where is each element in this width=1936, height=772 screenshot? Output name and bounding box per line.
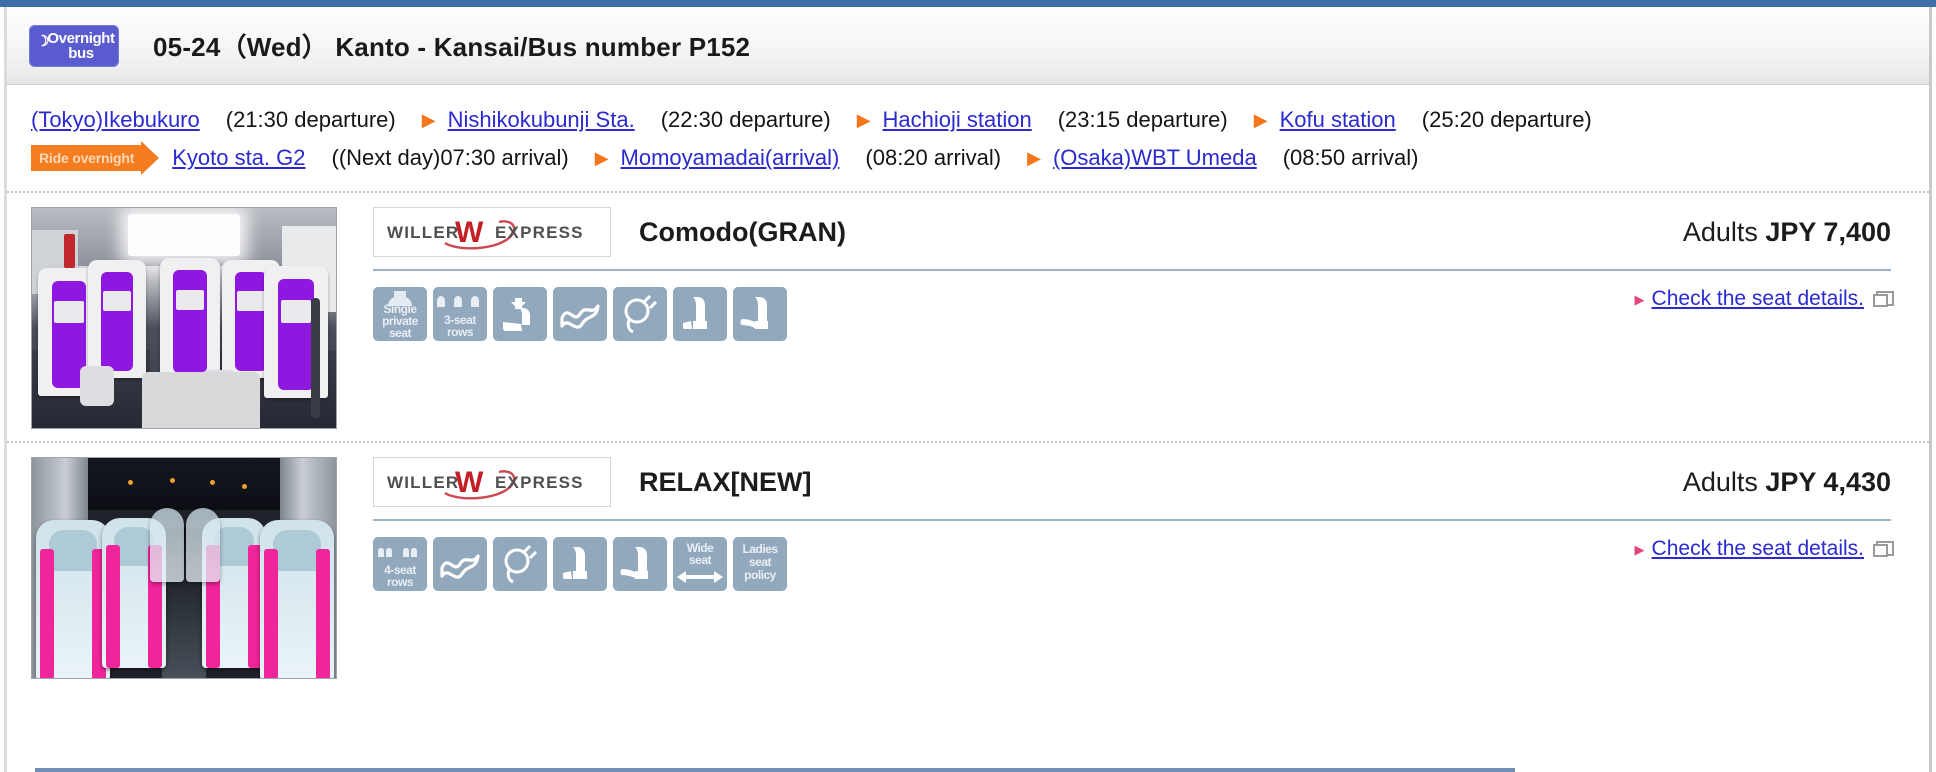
four-seat-rows-icon[interactable]: 4-seatrows xyxy=(373,537,427,591)
ride-overnight-badge: Ride overnight xyxy=(31,145,142,171)
bus-name: Comodo(GRAN) xyxy=(639,217,846,248)
new-window-icon xyxy=(1873,541,1891,557)
overnight-bus-badge: ☽ Overnight bus xyxy=(29,25,119,67)
svg-text:W: W xyxy=(455,466,484,499)
bus-search-result-page: ☽ Overnight bus 05-24（Wed） Kanto - Kansa… xyxy=(0,0,1936,772)
svg-text:WILLER: WILLER xyxy=(387,223,459,242)
triangle-right-icon: ▶ xyxy=(422,111,436,129)
three-seat-rows-icon[interactable]: 3-seatrows xyxy=(433,287,487,341)
bus-detail: WILLER W EXPRESS RELAX[NEW] Adults JPY 4… xyxy=(337,457,1905,679)
route-stop-link[interactable]: Nishikokubunji Sta. xyxy=(448,107,635,133)
route-summary: (Tokyo)Ikebukuro (21:30 departure) ▶ Nis… xyxy=(7,85,1929,193)
price-label: Adults xyxy=(1683,467,1758,497)
legrest-seat-icon[interactable] xyxy=(553,537,607,591)
power-outlet-icon[interactable] xyxy=(613,287,667,341)
route-stop-time: (25:20 departure) xyxy=(1422,107,1592,133)
triangle-right-icon: ▶ xyxy=(1635,293,1645,306)
route-stop-time: (22:30 departure) xyxy=(661,107,831,133)
result-panel: ☽ Overnight bus 05-24（Wed） Kanto - Kansa… xyxy=(4,7,1932,772)
route-stop-time: (21:30 departure) xyxy=(226,107,396,133)
footrest-seat-icon[interactable] xyxy=(733,287,787,341)
route-stop-time: (08:50 arrival) xyxy=(1283,145,1419,171)
blanket-icon[interactable] xyxy=(553,287,607,341)
check-seat-details-link[interactable]: Check the seat details. xyxy=(1652,287,1864,311)
route-line-inbound: Ride overnight Kyoto sta. G2 ((Next day)… xyxy=(31,139,1905,177)
route-stop-link[interactable]: Hachioji station xyxy=(883,107,1032,133)
route-stop-link[interactable]: (Tokyo)Ikebukuro xyxy=(31,107,200,133)
bus-price: Adults JPY 7,400 xyxy=(1683,217,1905,248)
bus-detail: WILLER W EXPRESS Comodo(GRAN) Adults JPY… xyxy=(337,207,1905,429)
triangle-right-icon: ▶ xyxy=(857,111,871,129)
feature-icon-strip: Singleprivateseat 3-seatrows xyxy=(373,287,787,341)
svg-text:EXPRESS: EXPRESS xyxy=(495,473,584,492)
bus-detail-header: WILLER W EXPRESS RELAX[NEW] Adults JPY 4… xyxy=(373,457,1905,519)
route-stop-link[interactable]: Kyoto sta. G2 xyxy=(172,145,305,171)
price-value: JPY 7,400 xyxy=(1765,217,1891,247)
single-private-seat-icon[interactable]: Singleprivateseat xyxy=(373,287,427,341)
svg-text:W: W xyxy=(455,216,484,249)
page-title: 05-24（Wed） Kanto - Kansai/Bus number P15… xyxy=(153,27,750,64)
route-stop-time: (08:20 arrival) xyxy=(865,145,1001,171)
bus-option-row[interactable]: WILLER W EXPRESS Comodo(GRAN) Adults JPY… xyxy=(7,193,1929,443)
top-accent-rule xyxy=(0,0,1936,7)
seat-details-link-wrap[interactable]: ▶ Check the seat details. xyxy=(1635,287,1905,311)
bottom-accent-rule xyxy=(35,768,1515,772)
route-stop-link[interactable]: Momoyamadai(arrival) xyxy=(621,145,840,171)
bus-price: Adults JPY 4,430 xyxy=(1683,467,1905,498)
feature-icon-strip: 4-seatrows xyxy=(373,537,787,591)
blanket-icon[interactable] xyxy=(433,537,487,591)
route-stop-link[interactable]: Kofu station xyxy=(1280,107,1396,133)
bus-features-row: Singleprivateseat 3-seatrows xyxy=(373,271,1905,341)
svg-text:EXPRESS: EXPRESS xyxy=(495,223,584,242)
power-outlet-icon[interactable] xyxy=(493,537,547,591)
route-stop-time: (23:15 departure) xyxy=(1058,107,1228,133)
triangle-right-icon: ▶ xyxy=(1254,111,1268,129)
check-seat-details-link[interactable]: Check the seat details. xyxy=(1652,537,1864,561)
willer-express-logo: WILLER W EXPRESS xyxy=(373,207,611,257)
triangle-right-icon: ▶ xyxy=(1635,543,1645,556)
moon-icon: ☽ xyxy=(36,34,49,49)
route-stop-time: ((Next day)07:30 arrival) xyxy=(332,145,569,171)
route-line-outbound: (Tokyo)Ikebukuro (21:30 departure) ▶ Nis… xyxy=(31,101,1905,139)
bus-detail-header: WILLER W EXPRESS Comodo(GRAN) Adults JPY… xyxy=(373,207,1905,269)
triangle-right-icon: ▶ xyxy=(595,149,609,167)
bus-interior-photo[interactable] xyxy=(31,207,337,429)
triangle-right-icon: ▶ xyxy=(1027,149,1041,167)
bus-option-row[interactable]: WILLER W EXPRESS RELAX[NEW] Adults JPY 4… xyxy=(7,443,1929,691)
result-header: ☽ Overnight bus 05-24（Wed） Kanto - Kansa… xyxy=(7,7,1929,85)
wide-seat-icon[interactable]: Wideseat xyxy=(673,537,727,591)
bus-name: RELAX[NEW] xyxy=(639,467,811,498)
willer-express-logo: WILLER W EXPRESS xyxy=(373,457,611,507)
ladies-seat-policy-icon[interactable]: Ladiesseatpolicy xyxy=(733,537,787,591)
bus-features-row: 4-seatrows xyxy=(373,521,1905,591)
footrest-seat-icon[interactable] xyxy=(613,537,667,591)
legrest-seat-icon[interactable] xyxy=(673,287,727,341)
bus-interior-photo[interactable] xyxy=(31,457,337,679)
seat-details-link-wrap[interactable]: ▶ Check the seat details. xyxy=(1635,537,1905,561)
overnight-badge-line2: bus xyxy=(54,46,93,61)
reclining-seat-icon[interactable] xyxy=(493,287,547,341)
route-stop-link[interactable]: (Osaka)WBT Umeda xyxy=(1053,145,1257,171)
price-label: Adults xyxy=(1683,217,1758,247)
svg-text:WILLER: WILLER xyxy=(387,473,459,492)
price-value: JPY 4,430 xyxy=(1765,467,1891,497)
new-window-icon xyxy=(1873,291,1891,307)
